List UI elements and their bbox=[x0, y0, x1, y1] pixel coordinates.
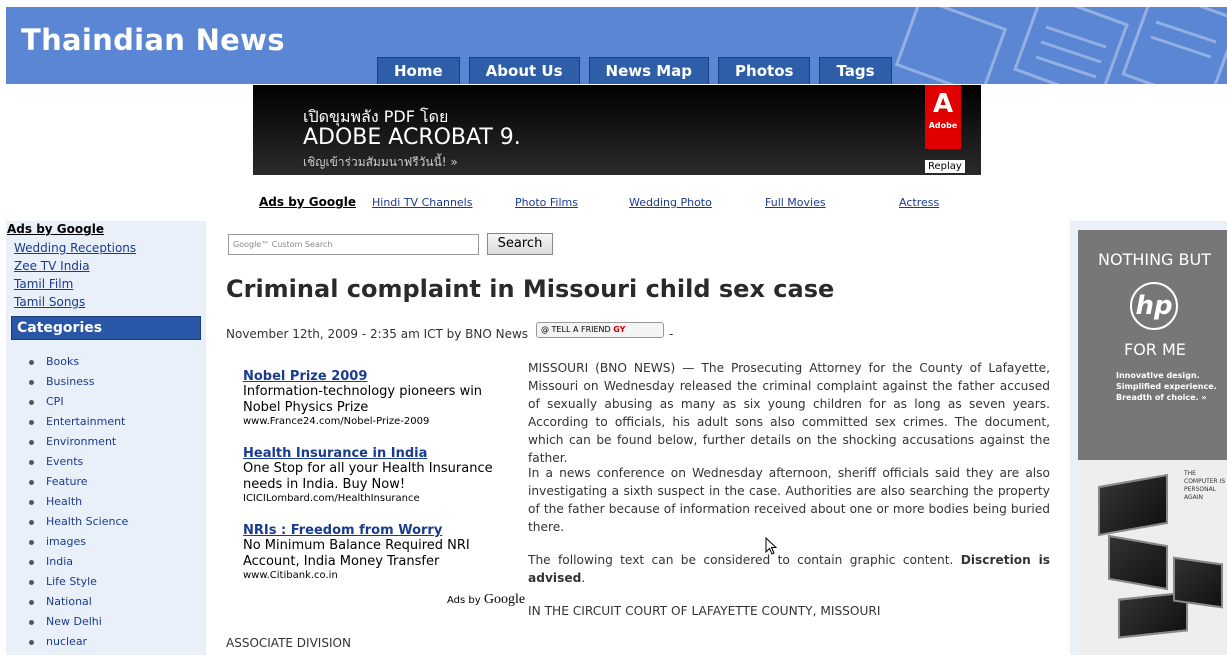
hp-logo-icon: hp bbox=[1130, 282, 1178, 330]
category-item[interactable]: Health bbox=[6, 494, 206, 514]
inline-ad-desc: Information-technology pioneers win Nobe… bbox=[243, 384, 483, 415]
acrobat-banner-ad[interactable]: เปิดขุมพลัง PDF โดย ADOBE ACROBAT 9. เชิ… bbox=[253, 85, 981, 175]
bullet-icon bbox=[29, 400, 34, 405]
inline-ad-url[interactable]: www.Citibank.co.in bbox=[243, 570, 513, 581]
top-ad-link[interactable]: Full Movies bbox=[765, 196, 826, 209]
categories-list: Books Business CPI Entertainment Environ… bbox=[6, 354, 206, 654]
inline-ad[interactable]: Nobel Prize 2009 Information-technology … bbox=[243, 369, 513, 427]
category-item[interactable]: Books bbox=[6, 354, 206, 374]
share-icon: GY bbox=[613, 325, 626, 334]
top-ads-header[interactable]: Ads by Google bbox=[259, 195, 356, 209]
nav-photos[interactable]: Photos bbox=[718, 57, 811, 84]
category-item[interactable]: India bbox=[6, 554, 206, 574]
category-item[interactable]: Business bbox=[6, 374, 206, 394]
laptop-image bbox=[1173, 556, 1223, 609]
left-sidebar: Ads by Google Wedding Receptions Zee TV … bbox=[6, 221, 206, 655]
category-item[interactable]: Health Science bbox=[6, 514, 206, 534]
inline-ad-title[interactable]: NRIs : Freedom from Worry bbox=[243, 523, 513, 538]
mouse-cursor-icon bbox=[765, 537, 778, 555]
nav-about-us[interactable]: About Us bbox=[468, 57, 580, 84]
main-nav: Home About Us News Map Photos Tags bbox=[377, 57, 892, 84]
search-button[interactable]: Search bbox=[487, 233, 553, 255]
court-heading: IN THE CIRCUIT COURT OF LAFAYETTE COUNTY… bbox=[528, 604, 881, 618]
article-paragraph: MISSOURI (BNO NEWS) — The Prosecuting At… bbox=[528, 361, 1050, 465]
article-meta: November 12th, 2009 - 2:35 am ICT by BNO… bbox=[226, 327, 529, 341]
hp-ad-tagline: Innovative design. Simplified experience… bbox=[1116, 371, 1217, 402]
inline-ad-desc: One Stop for all your Health Insurance n… bbox=[243, 461, 493, 492]
hp-ad-slogan: THE COMPUTER IS PERSONAL AGAIN bbox=[1184, 470, 1226, 501]
bullet-icon bbox=[29, 360, 34, 365]
site-title[interactable]: Thaindian News bbox=[21, 23, 285, 57]
category-item[interactable]: National bbox=[6, 594, 206, 614]
inline-ad[interactable]: NRIs : Freedom from Worry No Minimum Bal… bbox=[243, 523, 513, 581]
category-item[interactable]: New Delhi bbox=[6, 614, 206, 634]
division-heading: ASSOCIATE DIVISION bbox=[226, 636, 351, 650]
top-ad-link[interactable]: Photo Films bbox=[515, 196, 578, 209]
adobe-logo-text: Adobe bbox=[928, 121, 958, 130]
bullet-icon bbox=[29, 640, 34, 645]
google-logo-icon: Google bbox=[483, 592, 526, 607]
bullet-icon bbox=[29, 540, 34, 545]
article-paragraph: In a news conference on Wednesday aftern… bbox=[528, 466, 1050, 534]
bullet-icon bbox=[29, 420, 34, 425]
inline-ad-url[interactable]: ICICILombard.com/HealthInsurance bbox=[243, 493, 513, 504]
bullet-icon bbox=[29, 620, 34, 625]
site-header: Thaindian News Home About Us News Map Ph… bbox=[6, 7, 1227, 84]
bullet-icon bbox=[29, 460, 34, 465]
bullet-icon bbox=[29, 380, 34, 385]
replay-button[interactable]: Replay bbox=[925, 160, 965, 173]
bullet-icon bbox=[29, 580, 34, 585]
category-item[interactable]: CPI bbox=[6, 394, 206, 414]
laptop-image bbox=[1098, 473, 1168, 537]
tell-a-friend-button[interactable]: @ TELL A FRIEND GY bbox=[536, 322, 664, 338]
nav-home[interactable]: Home bbox=[377, 57, 460, 84]
article-paragraph-graphic: The following text can be considered to … bbox=[528, 553, 1051, 585]
hp-ad-line2: FOR ME bbox=[1124, 340, 1186, 359]
inline-ad[interactable]: Health Insurance in India One Stop for a… bbox=[243, 446, 513, 504]
bullet-icon bbox=[29, 560, 34, 565]
inline-ad-title[interactable]: Health Insurance in India bbox=[243, 446, 513, 461]
category-item[interactable]: Events bbox=[6, 454, 206, 474]
search-input[interactable]: Google™ Custom Search bbox=[228, 234, 479, 255]
banner-product: ADOBE ACROBAT 9. bbox=[303, 125, 521, 150]
adobe-logo-icon: A Adobe bbox=[925, 85, 961, 149]
nav-news-map[interactable]: News Map bbox=[588, 57, 710, 84]
top-ad-link[interactable]: Wedding Photo bbox=[629, 196, 712, 209]
bullet-icon bbox=[29, 520, 34, 525]
sidebar-ad-link[interactable]: Tamil Film bbox=[14, 277, 73, 291]
ads-by-google-label[interactable]: Ads by Google bbox=[447, 592, 525, 608]
category-item[interactable]: images bbox=[6, 534, 206, 554]
nav-tags[interactable]: Tags bbox=[819, 57, 892, 84]
sidebar-ad-link[interactable]: Zee TV India bbox=[14, 259, 90, 273]
bullet-icon bbox=[29, 600, 34, 605]
meta-separator: - bbox=[669, 327, 674, 341]
sidebar-ad-link[interactable]: Tamil Songs bbox=[14, 295, 85, 309]
sidebar-ads-header[interactable]: Ads by Google bbox=[7, 222, 104, 236]
inline-ad-url[interactable]: www.France24.com/Nobel-Prize-2009 bbox=[243, 416, 513, 427]
banner-sub-line: เชิญเข้าร่วมสัมมนาฟรีวันนี้! » bbox=[303, 155, 458, 169]
article-title: Criminal complaint in Missouri child sex… bbox=[226, 275, 835, 303]
category-item[interactable]: Feature bbox=[6, 474, 206, 494]
inline-ad-desc: No Minimum Balance Required NRI Account,… bbox=[243, 538, 470, 569]
header-decoration-icon bbox=[894, 7, 1227, 84]
category-item[interactable]: Environment bbox=[6, 434, 206, 454]
hp-skyscraper-ad[interactable]: NOTHING BUT hp FOR ME Innovative design.… bbox=[1078, 230, 1227, 655]
sidebar-ad-link[interactable]: Wedding Receptions bbox=[14, 241, 136, 255]
top-ad-link[interactable]: Hindi TV Channels bbox=[372, 196, 472, 209]
tell-a-friend-label: TELL A FRIEND bbox=[551, 325, 611, 334]
bullet-icon bbox=[29, 500, 34, 505]
category-item[interactable]: Life Style bbox=[6, 574, 206, 594]
bullet-icon bbox=[29, 440, 34, 445]
bullet-icon bbox=[29, 480, 34, 485]
hp-ad-top: NOTHING BUT hp FOR ME Innovative design.… bbox=[1078, 230, 1227, 460]
categories-header: Categories bbox=[11, 316, 201, 340]
category-item[interactable]: Entertainment bbox=[6, 414, 206, 434]
inline-ad-title[interactable]: Nobel Prize 2009 bbox=[243, 369, 513, 384]
hp-ad-line1: NOTHING BUT bbox=[1098, 250, 1211, 269]
category-item[interactable]: nuclear bbox=[6, 634, 206, 654]
laptop-image bbox=[1108, 534, 1168, 591]
top-ad-link[interactable]: Actress bbox=[899, 196, 939, 209]
